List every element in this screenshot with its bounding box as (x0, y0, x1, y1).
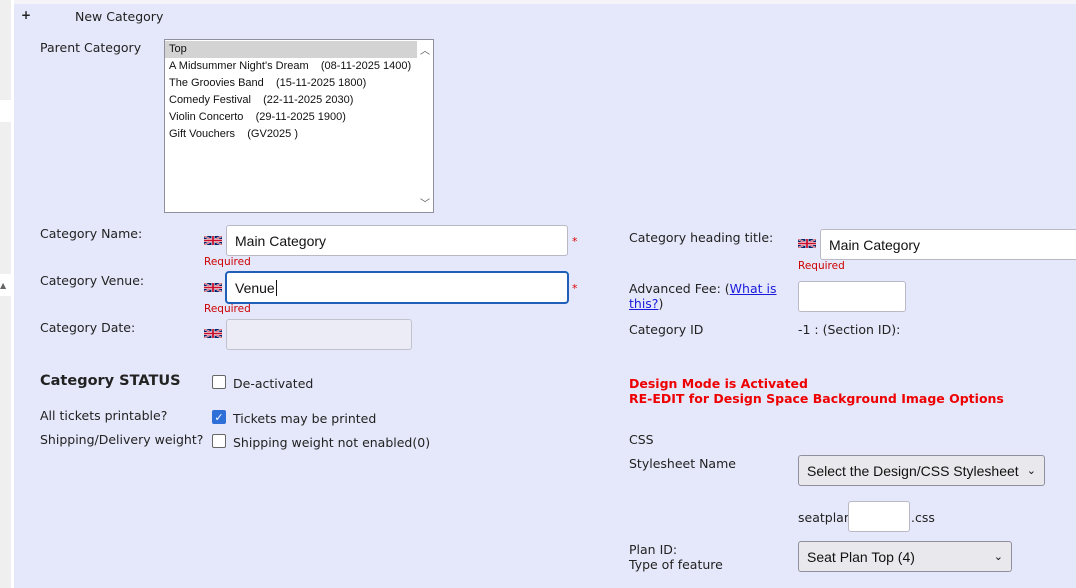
heading-title-input[interactable]: Main Category (820, 229, 1076, 260)
uk-flag-icon (798, 238, 816, 249)
collapse-arrow-icon[interactable]: ▲ (0, 281, 6, 290)
uk-flag-icon (204, 282, 222, 293)
deactivated-label[interactable]: De-activated (233, 376, 313, 391)
what-is-this-link-cont[interactable]: this? (629, 296, 658, 311)
advanced-fee-input[interactable] (798, 281, 906, 312)
category-venue-input[interactable]: Venue (225, 271, 569, 304)
chevron-up-icon[interactable]: ︿ (420, 42, 430, 57)
stylesheet-name-label: Stylesheet Name (629, 456, 736, 471)
required-hint: Required (798, 260, 845, 272)
category-date-input[interactable] (226, 319, 412, 350)
chevron-down-icon: ⌄ (993, 551, 1003, 563)
design-mode-reedit-link[interactable]: RE-EDIT for Design Space Background Imag… (629, 391, 1004, 406)
chevron-down-icon: ⌄ (1026, 465, 1036, 477)
css-label: CSS (629, 432, 654, 447)
listbox-scrollbar[interactable]: ︿ ﹀ (417, 40, 433, 212)
required-hint: Required (204, 256, 251, 268)
category-venue-label: Category Venue: (40, 273, 145, 288)
chevron-down-icon[interactable]: ﹀ (420, 195, 430, 210)
check-icon: ✓ (214, 411, 224, 424)
stylesheet-select[interactable]: Select the Design/CSS Stylesheet ⌄ (798, 455, 1045, 486)
list-item[interactable]: Top (165, 41, 417, 58)
uk-flag-icon (204, 328, 222, 339)
seatplan-input[interactable] (848, 501, 910, 532)
category-name-input[interactable]: Main Category (226, 225, 568, 256)
required-hint: Required (204, 303, 251, 315)
expand-icon[interactable]: + (21, 8, 31, 22)
required-marker: * (572, 235, 578, 248)
left-gutter: ▲ (0, 0, 14, 588)
list-item[interactable]: A Midsummer Night's Dream (08-11-2025 14… (165, 58, 417, 75)
section-title: New Category (75, 9, 164, 24)
category-status-heading: Category STATUS (40, 373, 181, 389)
what-is-this-link[interactable]: What is (730, 281, 777, 296)
deactivated-checkbox[interactable] (212, 375, 226, 389)
required-marker: * (572, 282, 578, 295)
shipping-weight-label[interactable]: Shipping weight not enabled(0) (233, 435, 430, 450)
uk-flag-icon (204, 235, 222, 246)
design-mode-status: Design Mode is Activated (629, 376, 808, 391)
seatplan-suffix: .css (911, 510, 935, 525)
list-item[interactable]: Violin Concerto (29-11-2025 1900) (165, 109, 417, 126)
list-item[interactable]: Gift Vouchers (GV2025 ) (165, 126, 417, 143)
tickets-printable-label[interactable]: Tickets may be printed (233, 411, 376, 426)
category-date-label: Category Date: (40, 320, 136, 335)
tickets-printable-checkbox[interactable]: ✓ (212, 410, 226, 424)
stylesheet-select-value: Select the Design/CSS Stylesheet (807, 462, 1019, 479)
plan-id-label: Plan ID: (629, 542, 678, 557)
shipping-weight-checkbox[interactable] (212, 434, 226, 448)
heading-title-label: Category heading title: (629, 230, 774, 245)
list-item[interactable]: Comedy Festival (22-11-2025 2030) (165, 92, 417, 109)
category-id-label: Category ID (629, 322, 704, 337)
category-venue-value: Venue (235, 279, 275, 296)
plan-id-select-value: Seat Plan Top (4) (807, 548, 915, 565)
advanced-fee-label: Advanced Fee: (What is this?) (629, 281, 777, 311)
feature-type-label: Type of feature (629, 557, 723, 572)
category-name-label: Category Name: (40, 226, 143, 241)
printable-label: All tickets printable? (40, 408, 168, 423)
seatplan-prefix: seatplan (798, 510, 852, 525)
shipping-label: Shipping/Delivery weight? (40, 432, 204, 447)
parent-category-listbox[interactable]: Top A Midsummer Night's Dream (08-11-202… (164, 39, 434, 213)
parent-category-label: Parent Category (40, 40, 142, 55)
list-item[interactable]: The Groovies Band (15-11-2025 1800) (165, 75, 417, 92)
category-id-value: -1 : (Section ID): (798, 322, 901, 337)
plan-id-select[interactable]: Seat Plan Top (4) ⌄ (798, 541, 1012, 572)
